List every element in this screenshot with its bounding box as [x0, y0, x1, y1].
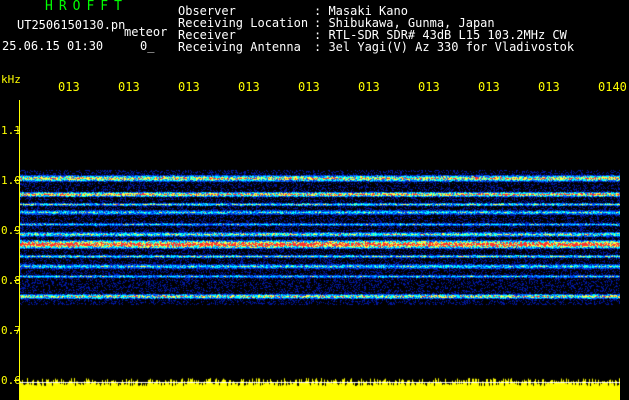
time-tick-label: 0140: [598, 80, 627, 94]
antenna-value: : 3el Yagi(V) Az 330 for Vladivostok: [314, 40, 575, 54]
time-tick-label: 013: [118, 80, 140, 94]
axis-line: [19, 100, 20, 400]
file-name: UT2506150130.pn: [17, 18, 126, 32]
time-tick-label: 013: [58, 80, 80, 94]
time-tick-label: 013: [178, 80, 200, 94]
antenna-label: Receiving Antenna: [178, 40, 301, 54]
time-tick-label: 013: [478, 80, 500, 94]
file-suffix: meteor: [124, 25, 168, 39]
time-tick-label: 013: [538, 80, 560, 94]
count-value: 0_: [140, 39, 155, 53]
time-tick-label: 013: [358, 80, 380, 94]
spectrogram-canvas: [20, 100, 620, 400]
date-time: 25.06.15 01:30: [2, 39, 104, 53]
app-title: HROFFT: [45, 0, 128, 14]
axis-unit-label: kHz: [1, 73, 21, 86]
time-tick-label: 013: [298, 80, 320, 94]
time-tick-label: 013: [418, 80, 440, 94]
time-tick-label: 013: [238, 80, 260, 94]
